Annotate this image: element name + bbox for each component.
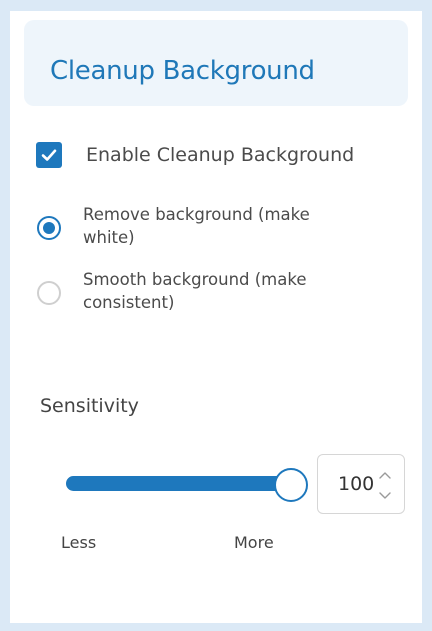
remove-background-label: Remove background (make white) — [83, 205, 310, 247]
panel-title: Cleanup Background — [50, 56, 315, 86]
sensitivity-slider-track[interactable] — [66, 476, 294, 491]
sensitivity-slider-fill — [66, 476, 294, 491]
sensitivity-max-label: More — [234, 533, 274, 552]
checkmark-icon — [41, 149, 57, 161]
enable-cleanup-checkbox[interactable] — [36, 142, 62, 168]
sensitivity-value: 100 — [338, 473, 375, 495]
sensitivity-number-input[interactable]: 100 — [317, 454, 405, 514]
chevron-up-icon[interactable] — [376, 467, 394, 483]
smooth-background-radio[interactable] — [37, 281, 61, 305]
sensitivity-slider-thumb[interactable] — [274, 468, 308, 502]
chevron-down-icon[interactable] — [376, 488, 394, 504]
cleanup-background-panel: Cleanup Background Enable Cleanup Backgr… — [10, 11, 422, 623]
sensitivity-label: Sensitivity — [40, 395, 139, 417]
smooth-background-label: Smooth background (make consistent) — [83, 270, 307, 312]
enable-cleanup-row[interactable]: Enable Cleanup Background — [36, 142, 354, 168]
remove-background-radio[interactable] — [37, 216, 61, 240]
enable-cleanup-label: Enable Cleanup Background — [86, 144, 355, 166]
sensitivity-min-label: Less — [61, 533, 97, 552]
panel-header: Cleanup Background — [24, 20, 408, 106]
